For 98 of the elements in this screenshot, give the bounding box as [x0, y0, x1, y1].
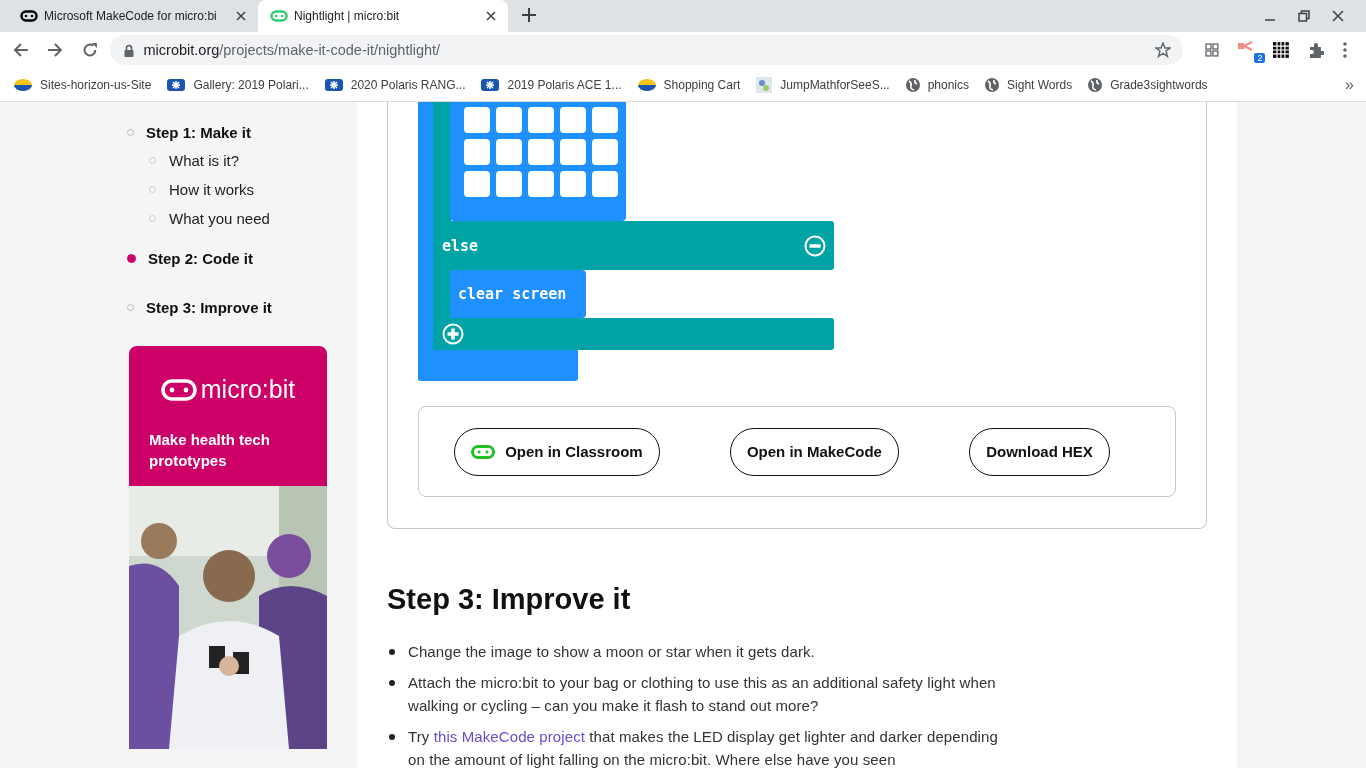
- back-icon[interactable]: [13, 42, 29, 58]
- close-icon[interactable]: [486, 11, 496, 21]
- table-icon[interactable]: [1273, 42, 1290, 58]
- app-icon: [756, 76, 773, 93]
- browser-tab[interactable]: Microsoft MakeCode for micro:bi: [8, 0, 258, 32]
- substep-link[interactable]: What is it?: [149, 146, 357, 175]
- bullet-icon: [389, 680, 395, 686]
- led-cell[interactable]: [560, 139, 586, 165]
- led-cell[interactable]: [528, 107, 554, 133]
- cross-icon: [481, 78, 500, 91]
- led-cell[interactable]: [560, 107, 586, 133]
- globe-icon: [1088, 77, 1103, 92]
- led-cell[interactable]: [496, 107, 522, 133]
- cross-icon: [324, 78, 343, 91]
- bookmark[interactable]: phonics: [905, 77, 970, 92]
- bookmark[interactable]: Shopping Cart: [637, 77, 741, 92]
- plus-icon[interactable]: [442, 323, 464, 345]
- substep-link[interactable]: What you need: [149, 204, 357, 233]
- substep-label: What is it?: [169, 152, 240, 169]
- forward-icon[interactable]: [46, 42, 63, 58]
- ellipse-icon: [637, 78, 656, 91]
- more-bookmarks-button[interactable]: »: [1345, 75, 1354, 94]
- bookmark-label: phonics: [927, 77, 970, 92]
- minus-icon[interactable]: [804, 234, 826, 257]
- bookmark[interactable]: JumpMathforSeeS...: [756, 76, 890, 93]
- led-cell[interactable]: [528, 171, 554, 197]
- led-cell[interactable]: [592, 139, 618, 165]
- step-link[interactable]: Step 2: Code it: [127, 248, 357, 268]
- bullet-icon: [389, 649, 395, 655]
- puzzle-icon[interactable]: [1308, 42, 1325, 58]
- tab-title: Microsoft MakeCode for micro:bi: [44, 9, 218, 23]
- bookmark[interactable]: 2019 Polaris ACE 1...: [481, 77, 622, 92]
- bookmark-label: Sites-horizon-us-Site: [40, 77, 152, 92]
- action-button[interactable]: Open in MakeCode: [729, 427, 899, 476]
- code-keyword: else: [442, 236, 479, 255]
- led-cell[interactable]: [496, 139, 522, 165]
- led-cell[interactable]: [528, 139, 554, 165]
- bookmark-label: Sight Words: [1007, 77, 1073, 92]
- reload-icon[interactable]: [81, 42, 98, 58]
- star-icon[interactable]: [1154, 42, 1171, 58]
- step-link[interactable]: Step 3: Improve it: [127, 297, 357, 317]
- promo-card[interactable]: micro:bit Make health tech prototypes: [129, 346, 327, 749]
- led-cell[interactable]: [464, 171, 490, 197]
- cross-icon: [167, 78, 186, 91]
- count-badge: 2: [1254, 53, 1266, 63]
- substep-link[interactable]: How it works: [149, 175, 357, 204]
- list-item-text: Change the image to show a moon or star when it gets dark.: [408, 642, 815, 662]
- bookmark[interactable]: 2020 Polaris RANG...: [324, 77, 466, 92]
- led-cell[interactable]: [592, 107, 618, 133]
- led-cell[interactable]: [464, 139, 490, 165]
- ellipse-icon: [14, 78, 32, 91]
- url-text: microbit.org/projects/make-it-code-it/nightlight/: [143, 42, 441, 58]
- list-item-text: Try this MakeCode project that makes the LED display get lighter and darker depending on the amount of light falling on the micro:bit. Where else have you seen: [408, 727, 999, 768]
- extension-button[interactable]: 2: [1237, 37, 1266, 63]
- section-heading: Step 3: Improve it: [387, 583, 632, 616]
- makecode-link[interactable]: this MakeCode project: [433, 728, 585, 745]
- code-statement: clear screen: [458, 285, 567, 303]
- led-cell[interactable]: [464, 107, 490, 133]
- bookmark-label: 2019 Polaris ACE 1...: [507, 77, 622, 92]
- address-bar[interactable]: microbit.org/projects/make-it-code-it/nightlight/: [109, 35, 1183, 65]
- microbit-icon: [160, 378, 197, 401]
- new-tab-icon[interactable]: [522, 8, 536, 22]
- microbit-icon: [20, 10, 38, 22]
- led-cell[interactable]: [592, 171, 618, 197]
- bookmark-label: Gallery: 2019 Polari...: [193, 77, 309, 92]
- lock-icon: [123, 43, 134, 57]
- logo-text: micro:bit: [200, 375, 296, 404]
- step-link[interactable]: Step 1: Make it: [127, 122, 357, 142]
- browser-tab[interactable]: Nightlight | micro:bit: [258, 0, 508, 32]
- restore-icon[interactable]: [1298, 10, 1310, 22]
- close-icon[interactable]: [236, 11, 246, 21]
- substep-label: What you need: [169, 210, 270, 227]
- globe-icon: [985, 77, 1000, 92]
- step-label: Step 2: Code it: [148, 249, 253, 267]
- bookmark-label: JumpMathforSeeS...: [780, 77, 890, 92]
- step-label: Step 1: Make it: [146, 123, 252, 141]
- bookmark[interactable]: Sight Words: [985, 77, 1073, 92]
- microbit-icon: [270, 10, 288, 22]
- tab-title: Nightlight | micro:bit: [294, 9, 401, 23]
- substep-label: How it works: [169, 181, 254, 198]
- bookmark-label: 2020 Polaris RANG...: [350, 77, 466, 92]
- bookmark-label: Shopping Cart: [663, 77, 741, 92]
- action-button[interactable]: Open in Classroom: [454, 427, 660, 476]
- action-button[interactable]: Download HEX: [969, 427, 1110, 476]
- bookmark[interactable]: Grade3sightwords: [1088, 77, 1208, 92]
- grid-icon[interactable]: [1204, 43, 1219, 57]
- led-cell[interactable]: [496, 171, 522, 197]
- bookmark-label: Grade3sightwords: [1110, 77, 1208, 92]
- led-cell[interactable]: [560, 171, 586, 197]
- promo-text: Make health tech prototypes: [148, 430, 271, 471]
- bookmark[interactable]: Gallery: 2019 Polari...: [167, 77, 309, 92]
- close-icon[interactable]: [1332, 10, 1344, 22]
- bookmark[interactable]: Sites-horizon-us-Site: [14, 77, 152, 92]
- menu-icon[interactable]: [1343, 42, 1348, 58]
- bullet-icon: [389, 734, 395, 740]
- globe-icon: [905, 77, 920, 92]
- list-item-text: Attach the micro:bit to your bag or clothing to use this as an additional safety light when walking or cycling – can you make it flash to stand out more?: [408, 673, 997, 716]
- step-label: Step 3: Improve it: [146, 298, 272, 316]
